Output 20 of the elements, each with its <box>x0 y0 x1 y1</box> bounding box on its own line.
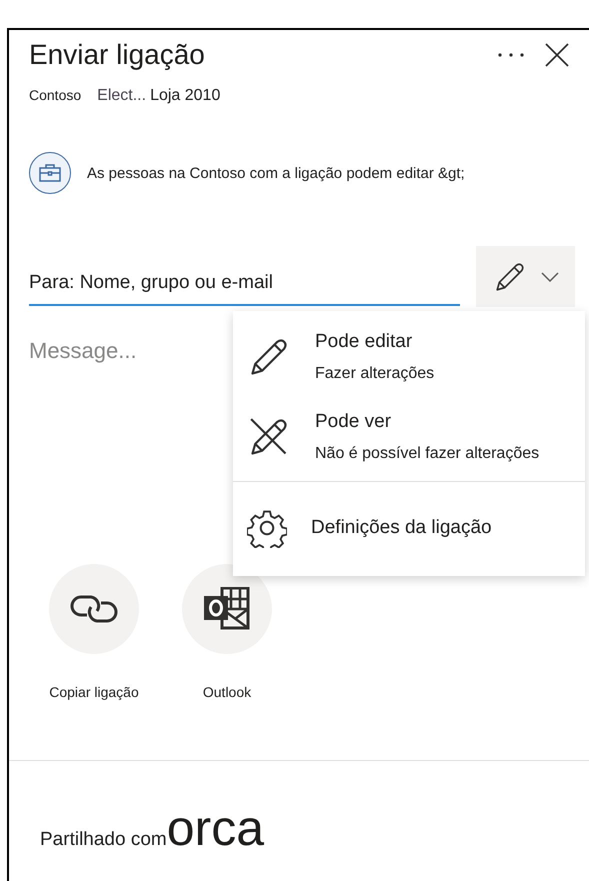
settings-icon <box>247 508 287 548</box>
more-options-button[interactable] <box>497 52 525 58</box>
menu-item[interactable]: Definições da ligação <box>233 494 585 562</box>
breadcrumb-folder[interactable]: Elect... <box>97 87 146 105</box>
overlay-text: orca <box>166 803 264 853</box>
panel-title: Enviar ligação <box>29 39 206 71</box>
menu-item[interactable]: Pode editar Fazer alterações <box>233 317 585 397</box>
menu-item[interactable]: Pode ver Não é possível fazer alterações <box>233 397 585 477</box>
breadcrumb-site[interactable]: Contoso <box>29 87 82 103</box>
breadcrumb-file: Loja 2010 <box>150 87 220 105</box>
permission-button[interactable] <box>476 246 575 307</box>
link-scope-text[interactable]: As pessoas na Contoso com a ligação podem editar &gt; <box>87 164 465 182</box>
outlook-icon <box>202 587 252 631</box>
briefcase-icon <box>29 152 71 194</box>
close-icon <box>545 43 569 67</box>
recipient-input-field[interactable]: Para: Nome, grupo ou e-mail <box>29 272 460 306</box>
shared-with-label: Partilhado com <box>40 829 167 851</box>
close-button[interactable] <box>545 43 569 67</box>
chevron-down-icon <box>540 272 558 282</box>
more-options-icon <box>497 52 525 58</box>
